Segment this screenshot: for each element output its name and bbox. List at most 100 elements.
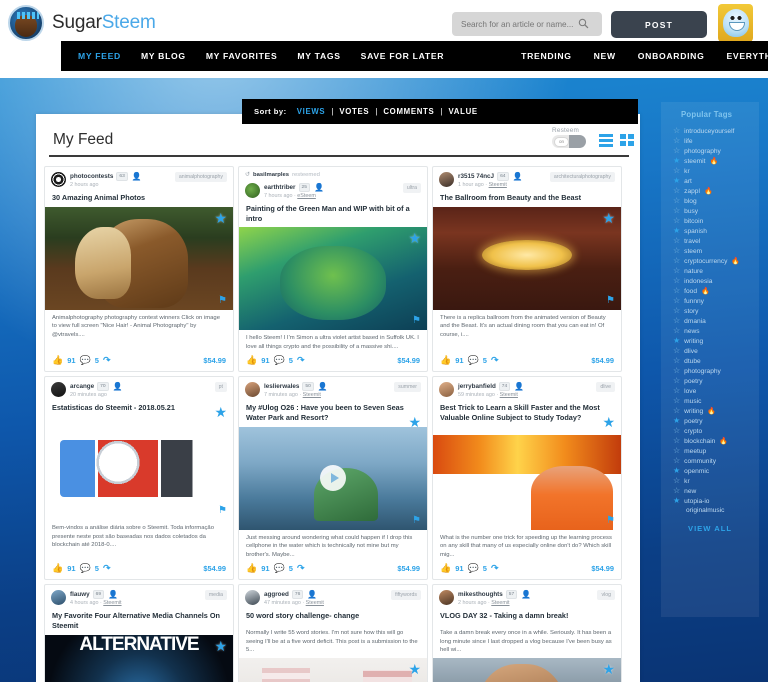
share-icon[interactable]: ↷ bbox=[297, 356, 305, 365]
tag-star-icon[interactable]: ☆ bbox=[673, 147, 680, 155]
post-card[interactable]: ↺ basilmarples resteemed earthtriber 25 👤 7 ho… bbox=[238, 166, 428, 373]
tag-item-photography[interactable]: ☆ photography bbox=[661, 366, 759, 376]
post-title[interactable]: Estatisticas do Steemit - 2018.05.21 bbox=[45, 401, 233, 417]
tag-star-icon[interactable]: ☆ bbox=[673, 217, 680, 225]
flag-icon[interactable]: ⚑ bbox=[606, 295, 615, 306]
share-icon[interactable]: ↷ bbox=[491, 564, 499, 573]
post-thumbnail[interactable]: ⚑ bbox=[45, 417, 233, 520]
share-icon[interactable]: ↷ bbox=[103, 564, 111, 573]
nav-item-my-favorites[interactable]: MY FAVORITES bbox=[206, 51, 278, 61]
post-title[interactable]: Best Trick to Learn a Skill Faster and t… bbox=[433, 401, 621, 426]
follow-icon[interactable]: 👤 bbox=[314, 183, 324, 192]
sort-option-comments[interactable]: COMMENTS bbox=[383, 107, 434, 116]
follow-icon[interactable]: 👤 bbox=[108, 590, 118, 599]
tag-star-icon[interactable]: ☆ bbox=[673, 377, 680, 385]
grid-view-icon[interactable] bbox=[620, 134, 634, 146]
tag-star-icon[interactable]: ☆ bbox=[673, 307, 680, 315]
post-thumbnail[interactable]: ★⚑ bbox=[239, 227, 427, 331]
post-card[interactable]: flauwy 69 👤 4 hours ago · Steemit media My Fa… bbox=[44, 584, 234, 682]
post-thumbnail[interactable]: ⚑ bbox=[433, 426, 621, 530]
tag-item-art[interactable]: ★ art bbox=[661, 176, 759, 186]
tag-star-icon[interactable]: ☆ bbox=[673, 297, 680, 305]
tag-star-icon[interactable]: ☆ bbox=[673, 127, 680, 135]
tag-star-icon[interactable]: ☆ bbox=[673, 207, 680, 215]
author-name[interactable]: aggroed bbox=[264, 591, 289, 598]
tag-star-icon[interactable]: ☆ bbox=[673, 397, 680, 405]
post-thumbnail[interactable]: ★⚑ bbox=[433, 657, 621, 682]
tag-item-food[interactable]: ☆ food 🔥 bbox=[661, 286, 759, 296]
search-icon[interactable] bbox=[578, 18, 589, 29]
author-avatar[interactable] bbox=[439, 382, 454, 398]
tag-star-icon[interactable]: ☆ bbox=[673, 237, 680, 245]
nav-item-save-for-later[interactable]: SAVE FOR LATER bbox=[361, 51, 444, 61]
author-avatar[interactable] bbox=[245, 590, 260, 606]
tag-star-icon[interactable]: ☆ bbox=[673, 487, 680, 495]
nav-item-new[interactable]: NEW bbox=[594, 51, 616, 61]
tag-star-icon[interactable]: ☆ bbox=[673, 347, 680, 355]
post-source[interactable]: Steemit bbox=[489, 182, 507, 188]
post-source[interactable]: Steemit bbox=[306, 600, 324, 606]
post-card[interactable]: leslierwales 50 👤 7 minutes ago · Steemit su… bbox=[238, 376, 428, 581]
tag-star-icon[interactable]: ☆ bbox=[673, 367, 680, 375]
tag-item-cryptocurrency[interactable]: ☆ cryptocurrency 🔥 bbox=[661, 256, 759, 266]
flag-icon[interactable]: ⚑ bbox=[412, 515, 421, 526]
tag-star-icon[interactable]: ★ bbox=[673, 497, 680, 505]
author-avatar[interactable] bbox=[439, 590, 454, 606]
post-thumbnail[interactable]: ★⚑ bbox=[239, 657, 427, 682]
author-name[interactable]: flauwy bbox=[70, 591, 90, 598]
author-name[interactable]: r3515 74ncJ bbox=[458, 173, 494, 180]
author-avatar[interactable] bbox=[245, 183, 260, 198]
flag-icon[interactable]: ⚑ bbox=[218, 295, 227, 306]
post-card[interactable]: arcange 70 👤 20 minutes ago pt Estatisticas d… bbox=[44, 376, 234, 581]
category-tag[interactable]: pt bbox=[214, 382, 227, 393]
tag-star-icon[interactable]: ☆ bbox=[673, 477, 680, 485]
category-tag[interactable]: vlog bbox=[597, 590, 615, 601]
post-card[interactable]: jerrybanfield 74 👤 59 minutes ago · Steemit… bbox=[432, 376, 622, 581]
tag-star-icon[interactable]: ☆ bbox=[673, 137, 680, 145]
post-title[interactable]: My Favorite Four Alternative Media Chann… bbox=[45, 609, 233, 634]
tag-star-icon[interactable]: ☆ bbox=[673, 427, 680, 435]
favorite-star-icon[interactable]: ★ bbox=[408, 662, 421, 676]
nav-item-trending[interactable]: TRENDING bbox=[521, 51, 571, 61]
follow-icon[interactable]: 👤 bbox=[514, 382, 524, 391]
follow-icon[interactable]: 👤 bbox=[521, 590, 531, 599]
tag-item-bitcoin[interactable]: ☆ bitcoin bbox=[661, 216, 759, 226]
upvote-icon[interactable]: 👍 bbox=[246, 356, 257, 365]
post-card[interactable]: r3515 74ncJ 64 👤 1 hour ago · Steemit archit… bbox=[432, 166, 622, 373]
tag-item-new[interactable]: ☆ new bbox=[661, 486, 759, 496]
category-tag[interactable]: fiftywords bbox=[391, 590, 421, 601]
upvote-icon[interactable]: 👍 bbox=[440, 564, 451, 573]
tag-item-dlive[interactable]: ☆ dlive bbox=[661, 346, 759, 356]
follow-icon[interactable]: 👤 bbox=[132, 172, 142, 181]
category-tag[interactable]: media bbox=[204, 590, 227, 601]
post-title[interactable]: The Ballroom from Beauty and the Beast bbox=[433, 191, 621, 207]
comment-icon[interactable]: 💬 bbox=[80, 564, 91, 573]
tag-item-zappl[interactable]: ☆ zappl 🔥 bbox=[661, 186, 759, 196]
author-name[interactable]: earthtriber bbox=[264, 184, 296, 191]
tag-star-icon[interactable]: ☆ bbox=[673, 167, 680, 175]
tag-item-love[interactable]: ☆ love bbox=[661, 386, 759, 396]
tag-item-funnny[interactable]: ☆ funnny bbox=[661, 296, 759, 306]
upvote-icon[interactable]: 👍 bbox=[246, 564, 257, 573]
favorite-star-icon[interactable]: ★ bbox=[214, 405, 227, 419]
nav-item-everything-steem[interactable]: EVERYTHING STEEM bbox=[726, 51, 768, 61]
favorite-star-icon[interactable]: ★ bbox=[602, 211, 615, 225]
post-thumbnail[interactable]: ALTERNATIVE ★ bbox=[45, 634, 233, 682]
author-avatar[interactable] bbox=[439, 172, 454, 187]
post-title[interactable]: 30 Amazing Animal Photos bbox=[45, 191, 233, 207]
category-tag[interactable]: summer bbox=[394, 382, 421, 393]
tag-item-openmic[interactable]: ★ openmic bbox=[661, 466, 759, 476]
favorite-star-icon[interactable]: ★ bbox=[408, 415, 421, 429]
sort-option-votes[interactable]: VOTES bbox=[339, 107, 369, 116]
category-tag[interactable]: dlive bbox=[596, 382, 615, 393]
tag-star-icon[interactable]: ★ bbox=[673, 467, 680, 475]
post-source[interactable]: Steemit bbox=[491, 600, 509, 606]
comment-icon[interactable]: 💬 bbox=[468, 564, 479, 573]
tag-item-blockchain[interactable]: ☆ blockchain 🔥 bbox=[661, 436, 759, 446]
tag-item-news[interactable]: ☆ news bbox=[661, 326, 759, 336]
tag-item-busy[interactable]: ☆ busy bbox=[661, 206, 759, 216]
author-name[interactable]: arcange bbox=[70, 383, 94, 390]
brand-logo[interactable]: SugarSteem bbox=[8, 5, 156, 41]
author-name[interactable]: mikesthoughts bbox=[458, 591, 503, 598]
tag-star-icon[interactable]: ☆ bbox=[673, 267, 680, 275]
